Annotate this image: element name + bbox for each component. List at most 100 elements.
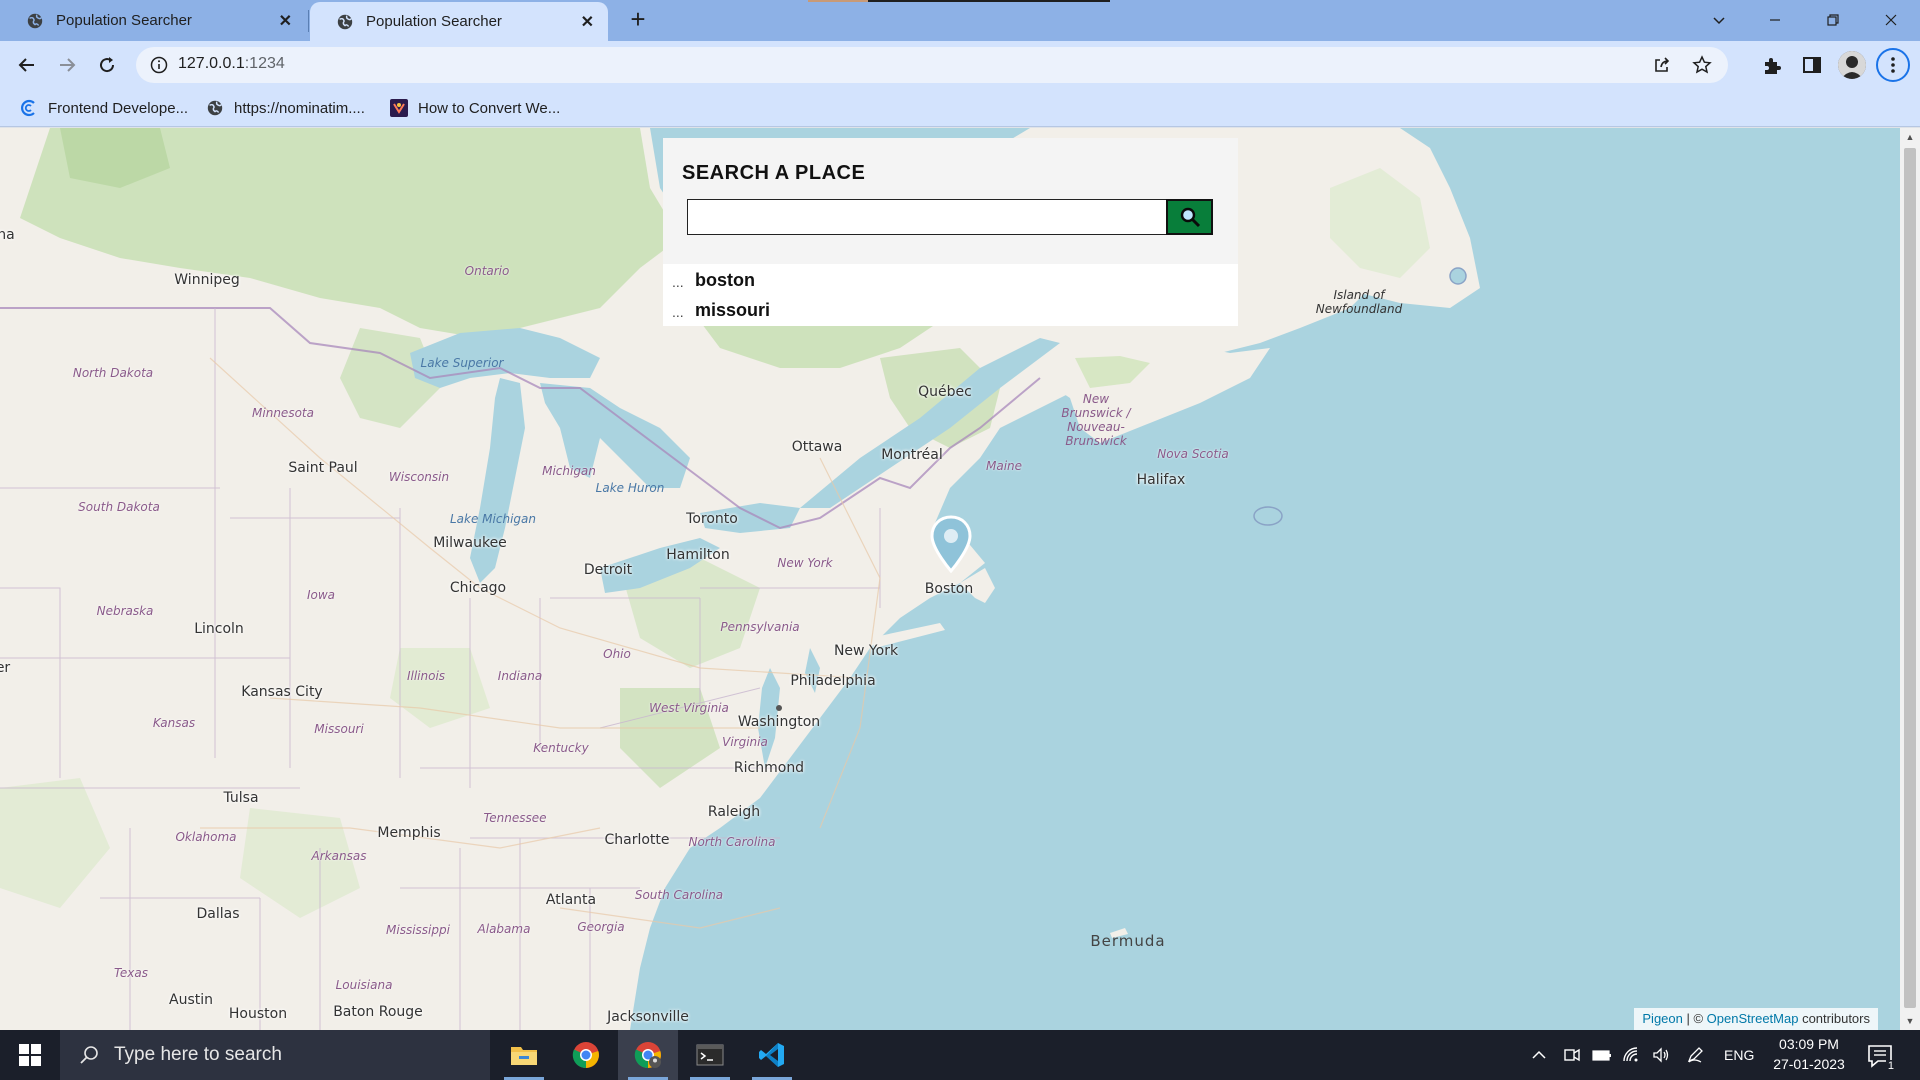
battery-icon[interactable] (1592, 1030, 1612, 1080)
history-item[interactable]: ... missouri (663, 294, 1238, 324)
frontend-icon (21, 99, 35, 117)
volume-icon[interactable] (1652, 1030, 1670, 1080)
taskbar-search-box[interactable]: Type here to search (60, 1030, 490, 1080)
profile-avatar[interactable] (1838, 51, 1866, 79)
attribution-text: contributors (1798, 1011, 1870, 1026)
reload-icon[interactable] (92, 50, 122, 80)
region-label: Alabama (477, 922, 531, 936)
language-indicator[interactable]: ENG (1724, 1030, 1754, 1080)
map-label-edge: na (0, 227, 15, 243)
browser-toolbar: 127.0.0.1:1234 (0, 41, 1920, 89)
address-bar[interactable]: 127.0.0.1:1234 (136, 47, 1728, 83)
side-panel-icon[interactable] (1800, 53, 1824, 77)
minimize-icon[interactable] (1752, 0, 1798, 40)
windows-logo-icon (19, 1044, 41, 1066)
city-label: Washington (737, 714, 821, 730)
osm-link[interactable]: OpenStreetMap (1707, 1011, 1799, 1026)
region-label: North Carolina (688, 835, 776, 849)
start-button[interactable] (0, 1030, 60, 1080)
tab-title: Population Searcher (366, 13, 502, 30)
bookmarks-bar: Frontend Develope... https://nominatim..… (0, 89, 1920, 127)
region-label: Oklahoma (175, 830, 237, 844)
city-label: Detroit (583, 562, 633, 578)
city-label: Baton Rouge (333, 1004, 423, 1020)
search-placeholder: Type here to search (114, 1044, 282, 1065)
search-panel: SEARCH A PLACE ... boston ... missouri (663, 138, 1238, 326)
city-label: Winnipeg (174, 272, 240, 288)
city-label: Toronto (686, 511, 738, 527)
tab-separator (308, 10, 309, 32)
system-clock[interactable]: 03:09 PM 27-01-2023 (1764, 1034, 1854, 1074)
site-info-icon[interactable] (150, 56, 168, 74)
region-label: Arkansas (311, 849, 367, 863)
region-label: Nebraska (96, 604, 154, 618)
region-label: Ontario (464, 264, 510, 278)
city-label: New York (833, 643, 899, 659)
meet-now-icon[interactable] (1563, 1030, 1581, 1080)
bookmark-frontend[interactable]: Frontend Develope... (20, 89, 188, 127)
history-text: missouri (695, 300, 771, 320)
water-label: Lake Superior (420, 356, 504, 370)
city-label: Charlotte (604, 832, 670, 848)
search-title: SEARCH A PLACE (682, 162, 866, 184)
bookmark-star-icon[interactable] (1692, 55, 1712, 75)
tab-drag-indicator (808, 0, 1110, 2)
notification-center-icon[interactable]: 1 (1866, 1042, 1896, 1072)
vscode-icon[interactable] (742, 1030, 802, 1080)
file-explorer-icon[interactable] (494, 1030, 554, 1080)
region-label: South Dakota (78, 500, 160, 514)
chrome-profile-icon[interactable] (618, 1030, 678, 1080)
globe-icon (27, 13, 43, 28)
language-text: ENG (1724, 1047, 1755, 1063)
share-icon[interactable] (1652, 55, 1672, 75)
city-label: Kansas City (241, 684, 323, 700)
tab-search-chevron-icon[interactable] (1696, 0, 1742, 40)
wifi-icon[interactable] (1622, 1030, 1640, 1080)
search-input[interactable] (687, 199, 1167, 235)
region-label: Tennessee (483, 811, 547, 825)
close-window-icon[interactable] (1868, 0, 1914, 40)
close-tab-icon[interactable]: ✕ (581, 12, 594, 32)
extensions-puzzle-icon[interactable] (1760, 53, 1784, 77)
city-label: Richmond (733, 760, 805, 776)
bookmark-nominatim[interactable]: https://nominatim.... (206, 89, 365, 127)
chrome-icon[interactable] (556, 1030, 616, 1080)
restore-icon[interactable] (1810, 0, 1856, 40)
region-label: Missouri (314, 722, 364, 736)
search-button[interactable] (1166, 199, 1213, 235)
clock-date: 27-01-2023 (1773, 1056, 1845, 1072)
tab-title: Population Searcher (56, 12, 192, 29)
browser-menu-kebab-icon[interactable] (1876, 48, 1910, 82)
scrollbar-thumb[interactable] (1904, 148, 1916, 1008)
leaflet-link[interactable]: Pigeon (1642, 1011, 1682, 1026)
region-label: Louisiana (335, 978, 393, 992)
terminal-icon[interactable] (680, 1030, 740, 1080)
page-scrollbar[interactable]: ▲ ▼ (1900, 128, 1920, 1030)
scroll-up-icon[interactable]: ▲ (1905, 132, 1915, 142)
region-label: Michigan (542, 464, 596, 478)
back-icon[interactable] (12, 50, 42, 80)
notification-count: 1 (1885, 1060, 1896, 1072)
region-label: New York (777, 556, 833, 570)
city-label: Milwaukee (433, 535, 507, 551)
close-tab-icon[interactable]: ✕ (279, 11, 292, 31)
region-label: North Dakota (72, 366, 154, 380)
forward-icon[interactable] (52, 50, 82, 80)
city-label: Saint Paul (288, 460, 358, 476)
scroll-down-icon[interactable]: ▼ (1905, 1016, 1915, 1026)
show-hidden-icons[interactable] (1530, 1030, 1548, 1080)
tab-strip: Population Searcher ✕ Population Searche… (0, 0, 1920, 41)
region-label: New Brunswick / Nouveau-Brunswick (1061, 392, 1131, 448)
history-item[interactable]: ... boston (663, 264, 1238, 294)
city-label: Lincoln (194, 621, 244, 637)
tab-population-searcher-2[interactable]: Population Searcher ✕ (310, 2, 608, 41)
location-marker-icon[interactable] (929, 515, 973, 573)
map-label-edge: er (0, 660, 11, 676)
pen-icon[interactable] (1686, 1030, 1704, 1080)
history-marker: ... (672, 274, 684, 290)
search-history-list: ... boston ... missouri (663, 264, 1238, 326)
tab-population-searcher-1[interactable]: Population Searcher ✕ (0, 0, 306, 41)
region-label: Kansas (152, 716, 196, 730)
bookmark-how-to-convert[interactable]: How to Convert We... (390, 89, 560, 127)
new-tab-button[interactable]: + (624, 6, 652, 34)
